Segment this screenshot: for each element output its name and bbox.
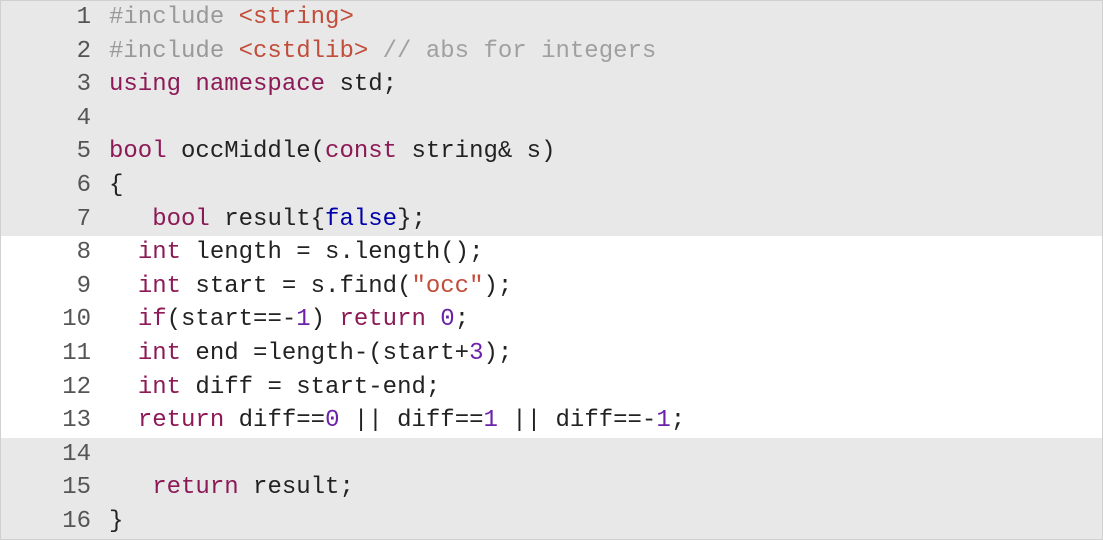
code-line: 16} (1, 505, 1102, 539)
code-content: #include <string> (109, 1, 1102, 35)
token: if (138, 306, 167, 333)
token: int (138, 273, 181, 300)
token: return (152, 474, 238, 501)
code-content: int length = s.length(); (109, 236, 1102, 270)
code-line: 5bool occMiddle(const string& s) (1, 135, 1102, 169)
token (426, 306, 440, 333)
code-content: { (109, 169, 1102, 203)
token: || diff==- (498, 407, 656, 434)
line-number: 11 (1, 337, 109, 371)
line-number: 7 (1, 203, 109, 237)
code-content: int diff = start-end; (109, 371, 1102, 405)
code-line: 1#include <string> (1, 1, 1102, 35)
line-number: 12 (1, 371, 109, 405)
code-content: return result; (109, 471, 1102, 505)
token: 3 (469, 340, 483, 367)
code-content: if(start==-1) return 0; (109, 303, 1102, 337)
code-line: 10 if(start==-1) return 0; (1, 303, 1102, 337)
line-number: 13 (1, 404, 109, 438)
token: occMiddle( (167, 138, 325, 165)
token: int (138, 374, 181, 401)
line-number: 4 (1, 102, 109, 136)
code-content: return diff==0 || diff==1 || diff==-1; (109, 404, 1102, 438)
line-number: 6 (1, 169, 109, 203)
line-number: 5 (1, 135, 109, 169)
token: bool (109, 138, 167, 165)
code-line: 11 int end =length-(start+3); (1, 337, 1102, 371)
code-content: bool occMiddle(const string& s) (109, 135, 1102, 169)
code-line: 9 int start = s.find("occ"); (1, 270, 1102, 304)
code-content: bool result{false}; (109, 203, 1102, 237)
token: string& s) (397, 138, 555, 165)
code-line: 13 return diff==0 || diff==1 || diff==-1… (1, 404, 1102, 438)
code-line: 2#include <cstdlib> // abs for integers (1, 35, 1102, 69)
token: <cstdlib> (239, 38, 369, 65)
token: } (109, 508, 123, 535)
code-line: 14 (1, 438, 1102, 472)
token (224, 38, 238, 65)
token: (start==- (167, 306, 297, 333)
code-content: } (109, 505, 1102, 539)
token: 0 (325, 407, 339, 434)
line-number: 16 (1, 505, 109, 539)
code-content: int end =length-(start+3); (109, 337, 1102, 371)
token: }; (397, 206, 426, 233)
token: 1 (484, 407, 498, 434)
token: return (339, 306, 425, 333)
token: #include (109, 4, 224, 31)
code-line: 4 (1, 102, 1102, 136)
token (181, 71, 195, 98)
code-content: #include <cstdlib> // abs for integers (109, 35, 1102, 69)
token: "occ" (411, 273, 483, 300)
token: #include (109, 38, 224, 65)
token: // abs for integers (383, 38, 657, 65)
token: { (109, 172, 123, 199)
token: ; (455, 306, 469, 333)
token (368, 38, 382, 65)
line-number: 3 (1, 68, 109, 102)
line-number: 2 (1, 35, 109, 69)
line-number: 14 (1, 438, 109, 472)
token: int (138, 340, 181, 367)
code-line: 8 int length = s.length(); (1, 236, 1102, 270)
token: result{ (210, 206, 325, 233)
token: int (138, 239, 181, 266)
token: end =length-(start+ (181, 340, 469, 367)
code-listing: 1#include <string>2#include <cstdlib> //… (0, 0, 1103, 540)
token: ; (671, 407, 685, 434)
token: std; (325, 71, 397, 98)
token: result; (239, 474, 354, 501)
token: const (325, 138, 397, 165)
code-content: using namespace std; (109, 68, 1102, 102)
token: diff== (224, 407, 325, 434)
token (224, 4, 238, 31)
token: 1 (296, 306, 310, 333)
token: start = s.find( (181, 273, 411, 300)
line-number: 8 (1, 236, 109, 270)
code-content: int start = s.find("occ"); (109, 270, 1102, 304)
token: ); (483, 273, 512, 300)
code-line: 7 bool result{false}; (1, 203, 1102, 237)
token: using (109, 71, 181, 98)
token: false (325, 206, 397, 233)
token: return (138, 407, 224, 434)
code-line: 15 return result; (1, 471, 1102, 505)
line-number: 9 (1, 270, 109, 304)
token: namespace (195, 71, 325, 98)
token: length = s.length(); (181, 239, 483, 266)
code-line: 12 int diff = start-end; (1, 371, 1102, 405)
token: || diff== (339, 407, 483, 434)
line-number: 10 (1, 303, 109, 337)
token: <string> (239, 4, 354, 31)
token: bool (152, 206, 210, 233)
token: ); (483, 340, 512, 367)
code-line: 6{ (1, 169, 1102, 203)
token: diff = start-end; (181, 374, 440, 401)
line-number: 15 (1, 471, 109, 505)
line-number: 1 (1, 1, 109, 35)
token: 0 (440, 306, 454, 333)
token: ) (311, 306, 340, 333)
code-line: 3using namespace std; (1, 68, 1102, 102)
token: 1 (656, 407, 670, 434)
